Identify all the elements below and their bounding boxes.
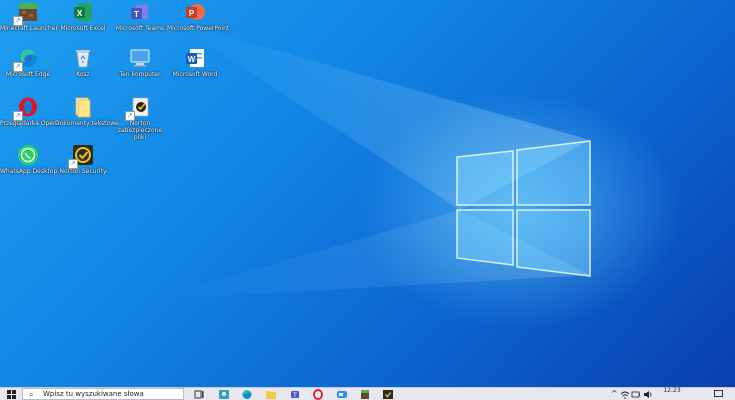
this-pc-icon	[130, 49, 150, 67]
desktop-icon-label: Microsoft PowerPoint	[167, 25, 230, 32]
desktop-icon-label: Microsoft Excel	[60, 25, 106, 32]
desktop-icon-label: Norton zabezpieczone pliki	[117, 120, 163, 141]
norton-taskbar-icon[interactable]	[381, 389, 395, 400]
desktop-icon-word[interactable]: W Microsoft Word	[167, 46, 223, 78]
desktop-icon-recycle-bin[interactable]: Kosz	[55, 46, 111, 78]
desktop-icon-label: Norton Security	[59, 168, 107, 175]
teams-icon: T	[131, 4, 148, 19]
desktop-icon-powerpoint[interactable]: P Microsoft PowerPoint	[167, 0, 230, 32]
search-icon: ⌕	[29, 390, 34, 399]
desktop-icon-label: Dokumenty tekstowe	[55, 120, 119, 127]
search-placeholder: Wpisz tu wyszukiwane słowa	[43, 390, 144, 398]
desktop-icon-label: Microsoft Edge	[5, 71, 51, 78]
desktop-icon-teams[interactable]: T Microsoft Teams	[112, 0, 168, 32]
volume-icon[interactable]	[643, 389, 653, 400]
desktop-icon-label: Kosz	[76, 71, 90, 78]
folder-icon	[75, 97, 91, 118]
taskbar-search-box[interactable]: ⌕ Wpisz tu wyszukiwane słowa	[22, 388, 184, 400]
battery-icon[interactable]	[631, 389, 641, 400]
minecraft-taskbar-icon[interactable]	[358, 389, 372, 400]
excel-icon: X	[74, 3, 92, 21]
file-explorer-icon[interactable]	[264, 389, 278, 400]
recycle-bin-icon	[76, 50, 90, 68]
desktop-icon-label: Przeglądarka Opera	[0, 120, 60, 127]
desktop-icon-edge[interactable]: ↗ Microsoft Edge	[0, 46, 56, 78]
edge-taskbar-icon[interactable]	[240, 389, 254, 400]
maps-app-icon[interactable]	[217, 389, 231, 400]
taskbar: ⌕ Wpisz tu wyszukiwane słowa T ^ 12:23	[0, 387, 735, 400]
clock-time: 12:23	[663, 387, 681, 394]
desktop-wallpaper: ↗ Minecraft Launcher X Microsoft Excel T…	[0, 0, 735, 387]
desktop-icon-text-documents[interactable]: Dokumenty tekstowe	[55, 95, 119, 127]
wifi-icon[interactable]	[620, 389, 630, 400]
svg-text:W: W	[188, 55, 196, 64]
desktop-icon-label: Ten komputer	[119, 71, 161, 78]
desktop-icon-opera[interactable]: ↗ Przeglądarka Opera	[0, 95, 60, 127]
desktop-icon-minecraft[interactable]: ↗ Minecraft Launcher	[0, 0, 58, 32]
opera-taskbar-icon[interactable]	[311, 389, 325, 400]
desktop-icon-norton-security[interactable]: ↗ Norton Security	[55, 143, 111, 175]
zoom-taskbar-icon[interactable]	[335, 389, 349, 400]
taskbar-clock[interactable]: 12:23	[656, 388, 688, 394]
desktop-icon-label: WhatsApp Desktop	[0, 168, 58, 175]
powerpoint-icon: P	[186, 4, 205, 20]
desktop-icon-this-pc[interactable]: Ten komputer	[112, 46, 168, 78]
teams-taskbar-icon[interactable]: T	[288, 389, 302, 400]
desktop-icon-excel[interactable]: X Microsoft Excel	[55, 0, 111, 32]
svg-text:T: T	[134, 10, 139, 19]
task-view-icon[interactable]	[192, 389, 206, 400]
show-hidden-icons-chevron-icon[interactable]: ^	[611, 388, 618, 399]
svg-text:T: T	[293, 393, 297, 399]
desktop-icon-whatsapp[interactable]: WhatsApp Desktop	[0, 143, 58, 175]
windows-start-icon[interactable]	[3, 389, 19, 400]
desktop-icon-norton-files[interactable]: ↗ Norton zabezpieczone pliki	[112, 95, 168, 141]
action-center-icon[interactable]	[714, 390, 723, 397]
word-icon: W	[186, 49, 204, 67]
desktop-icon-label: Minecraft Launcher	[0, 25, 58, 32]
desktop-icon-label: Microsoft Teams	[115, 25, 165, 32]
svg-text:X: X	[77, 9, 83, 18]
desktop-icon-label: Microsoft Word	[172, 71, 218, 78]
svg-text:P: P	[189, 9, 195, 18]
whatsapp-icon	[18, 145, 38, 165]
